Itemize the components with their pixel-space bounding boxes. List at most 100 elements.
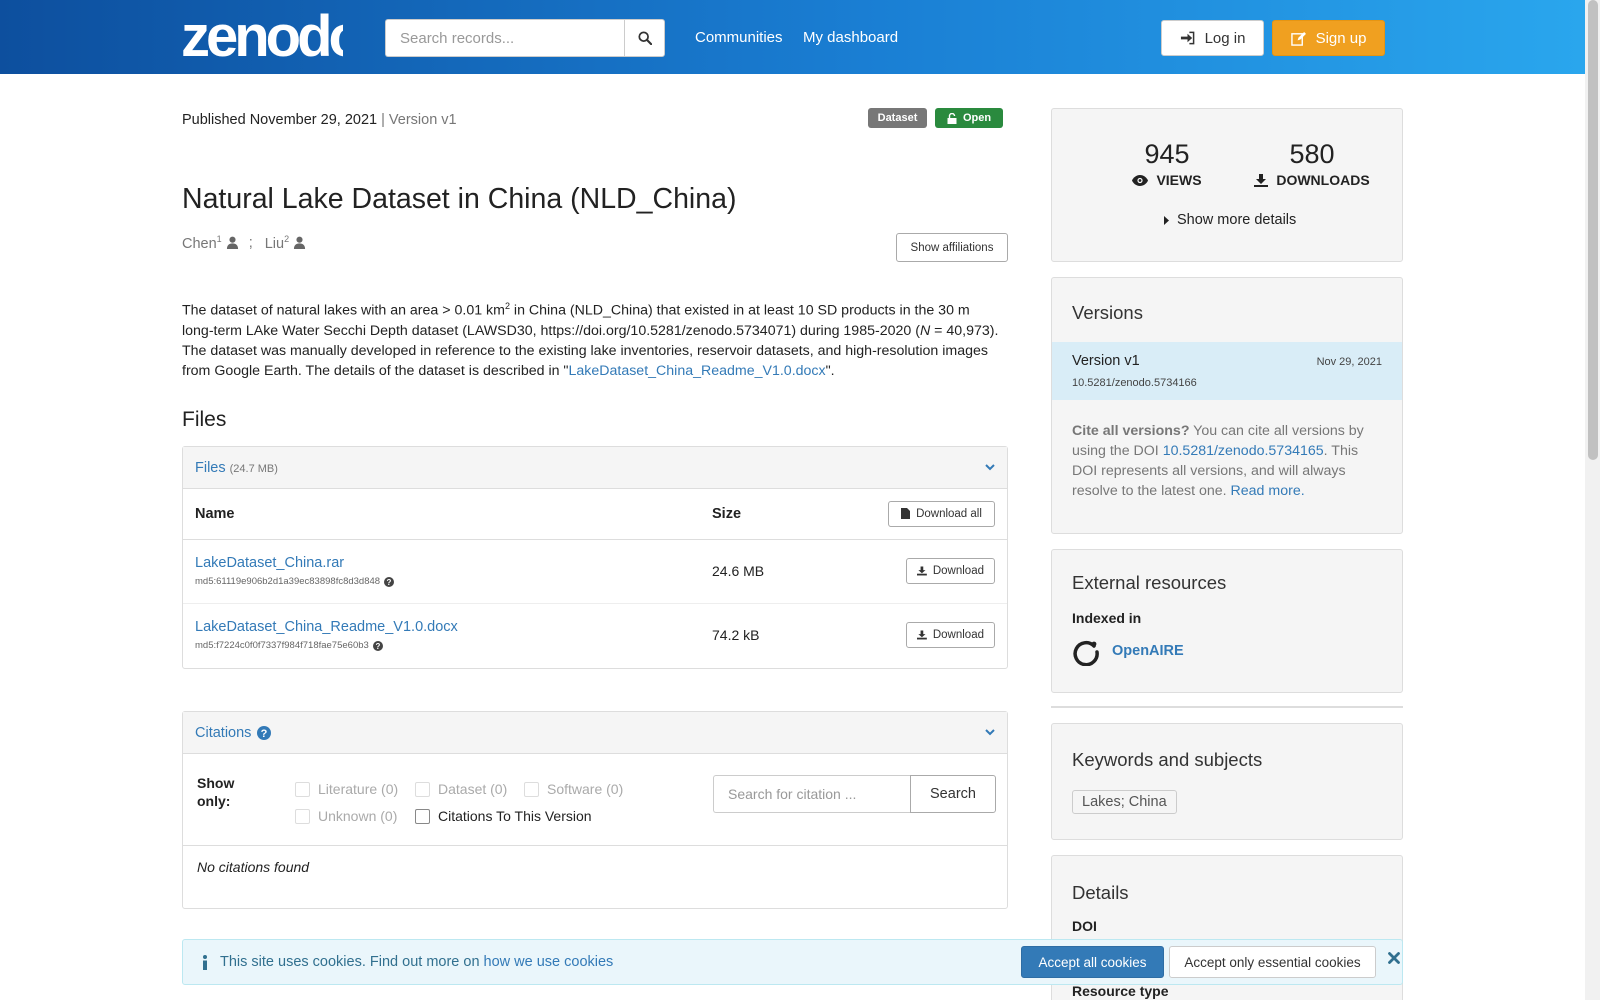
resource-type-label: Resource type	[1072, 983, 1169, 999]
divider	[1051, 706, 1403, 708]
file-link[interactable]: LakeDataset_China_Readme_V1.0.docx	[195, 619, 688, 635]
author-name[interactable]: Chen1	[182, 234, 222, 252]
versions-title: Versions	[1072, 302, 1143, 323]
svg-text:?: ?	[387, 578, 392, 587]
open-badge-label: Open	[962, 112, 992, 124]
views-count: 945	[1144, 139, 1190, 169]
svg-text:?: ?	[261, 728, 268, 740]
views-stat: 945 VIEWS	[1112, 139, 1222, 188]
signup-button[interactable]: Sign up	[1272, 20, 1385, 56]
col-size-header: Size	[700, 489, 840, 540]
top-navbar: zenodo Communities My dashboard Log in S…	[0, 0, 1600, 74]
download-button[interactable]: Download	[906, 622, 995, 649]
readme-link[interactable]: LakeDataset_China_Readme_V1.0.docx	[568, 363, 825, 379]
accept-all-cookies-button[interactable]: Accept all cookies	[1021, 946, 1164, 978]
unlock-icon	[947, 112, 957, 124]
cookie-message: This site uses cookies. Find out more on…	[220, 954, 614, 970]
show-affiliations-button[interactable]: Show affiliations	[896, 233, 1008, 262]
published-date-text: Published November 29, 2021	[182, 112, 378, 128]
files-total-size: (24.7 MB)	[229, 463, 278, 475]
author-list: Chen1 ; Liu2	[182, 234, 306, 252]
files-panel-header[interactable]: Files (24.7 MB)	[183, 447, 1007, 489]
eye-icon	[1132, 174, 1149, 186]
file-link[interactable]: LakeDataset_China.rar	[195, 555, 688, 571]
table-row: LakeDataset_China_Readme_V1.0.docx md5:f…	[183, 603, 1007, 667]
concept-doi-link[interactable]: 10.5281/zenodo.5734165	[1163, 443, 1324, 459]
file-size: 24.6 MB	[700, 539, 840, 604]
citation-search-input[interactable]	[713, 775, 910, 813]
no-citations-message: No citations found	[197, 859, 310, 875]
login-button[interactable]: Log in	[1161, 20, 1264, 56]
cookie-policy-link[interactable]: how we use cookies	[484, 954, 614, 970]
filter-unknown[interactable]: Unknown (0)	[295, 808, 397, 824]
dataset-badge[interactable]: Dataset	[868, 108, 927, 128]
close-cookie-banner-button[interactable]	[1386, 949, 1402, 967]
filter-software[interactable]: Software (0)	[524, 781, 623, 797]
svg-text:?: ?	[375, 642, 380, 651]
file-size: 74.2 kB	[712, 627, 760, 644]
scrollbar-thumb[interactable]	[1588, 0, 1598, 460]
download-icon	[1254, 173, 1269, 187]
external-resources-card: External resources Indexed in OpenAIRE	[1051, 549, 1403, 693]
downloads-stat: 580 DOWNLOADS	[1242, 139, 1382, 188]
question-circle-icon[interactable]: ?	[372, 640, 383, 651]
logo-text: zenodo	[181, 6, 343, 66]
citations-panel-header[interactable]: Citations ?	[183, 712, 1007, 754]
filter-literature[interactable]: Literature (0)	[295, 781, 398, 797]
signup-label: Sign up	[1315, 29, 1367, 47]
read-more-link[interactable]: Read more.	[1231, 483, 1305, 499]
version-text: | Version v1	[381, 112, 457, 128]
version-doi: 10.5281/zenodo.5734166	[1072, 377, 1197, 389]
search-input[interactable]	[385, 19, 624, 57]
download-all-button[interactable]: Download all	[888, 500, 995, 527]
download-icon	[917, 630, 927, 640]
caret-right-icon	[1164, 215, 1169, 225]
doi-label: DOI	[1072, 918, 1097, 934]
info-icon	[203, 955, 207, 970]
downloads-count: 580	[1289, 139, 1335, 169]
keywords-title: Keywords and subjects	[1072, 749, 1263, 770]
user-icon	[226, 237, 238, 250]
login-label: Log in	[1204, 29, 1246, 47]
versions-card: Versions Version v1 Nov 29, 2021 10.5281…	[1051, 277, 1403, 534]
question-circle-icon[interactable]: ?	[384, 576, 395, 587]
search-button[interactable]	[624, 19, 665, 57]
keywords-card: Keywords and subjects Lakes; China	[1051, 723, 1403, 840]
citations-panel: Citations ? Show only: Literature (0) Da…	[182, 711, 1008, 909]
citation-search-button[interactable]: Search	[910, 775, 996, 813]
keyword-tag[interactable]: Lakes; China	[1072, 790, 1177, 814]
details-title: Details	[1072, 882, 1129, 903]
close-icon	[1388, 952, 1400, 964]
user-icon	[294, 237, 306, 250]
file-icon	[901, 508, 911, 520]
filter-this-version[interactable]: Citations To This Version	[415, 808, 592, 824]
open-access-badge[interactable]: Open	[935, 108, 1003, 128]
file-checksum: md5:61119e906b2d1a39ec83898fc8d3d848 ?	[195, 576, 688, 587]
question-circle-icon[interactable]: ?	[257, 725, 272, 740]
show-only-label: Show only:	[197, 775, 235, 809]
version-row[interactable]: Version v1 Nov 29, 2021 10.5281/zenodo.5…	[1052, 342, 1402, 400]
filter-dataset[interactable]: Dataset (0)	[415, 781, 507, 797]
files-panel: Files (24.7 MB) Name Size Download all La…	[182, 446, 1008, 669]
publication-date: Published November 29, 2021 | Version v1	[182, 112, 457, 128]
openaire-link[interactable]: OpenAIRE	[1112, 643, 1184, 659]
edit-icon	[1290, 31, 1306, 46]
show-more-details-toggle[interactable]: Show more details	[1164, 212, 1296, 228]
nav-communities[interactable]: Communities	[695, 29, 783, 46]
divider	[183, 845, 1007, 846]
record-description: The dataset of natural lakes with an are…	[182, 301, 999, 379]
stats-card: 945 VIEWS 580 DOWNLOADS Show more detail…	[1051, 108, 1403, 262]
cookie-banner: This site uses cookies. Find out more on…	[182, 939, 1403, 985]
version-label[interactable]: Version v1	[1072, 353, 1140, 369]
zenodo-logo[interactable]: zenodo	[181, 6, 343, 66]
openaire-logo-icon[interactable]	[1072, 638, 1100, 666]
author-name[interactable]: Liu2	[265, 234, 289, 252]
citations-panel-label: Citations	[195, 724, 252, 741]
external-resources-title: External resources	[1072, 572, 1227, 593]
cite-all-versions: Cite all versions? You can cite all vers…	[1072, 423, 1364, 499]
download-button[interactable]: Download	[906, 558, 995, 584]
chevron-down-icon[interactable]	[985, 464, 995, 471]
accept-essential-cookies-button[interactable]: Accept only essential cookies	[1169, 946, 1376, 978]
chevron-down-icon[interactable]	[985, 729, 995, 736]
nav-my-dashboard[interactable]: My dashboard	[803, 29, 898, 46]
